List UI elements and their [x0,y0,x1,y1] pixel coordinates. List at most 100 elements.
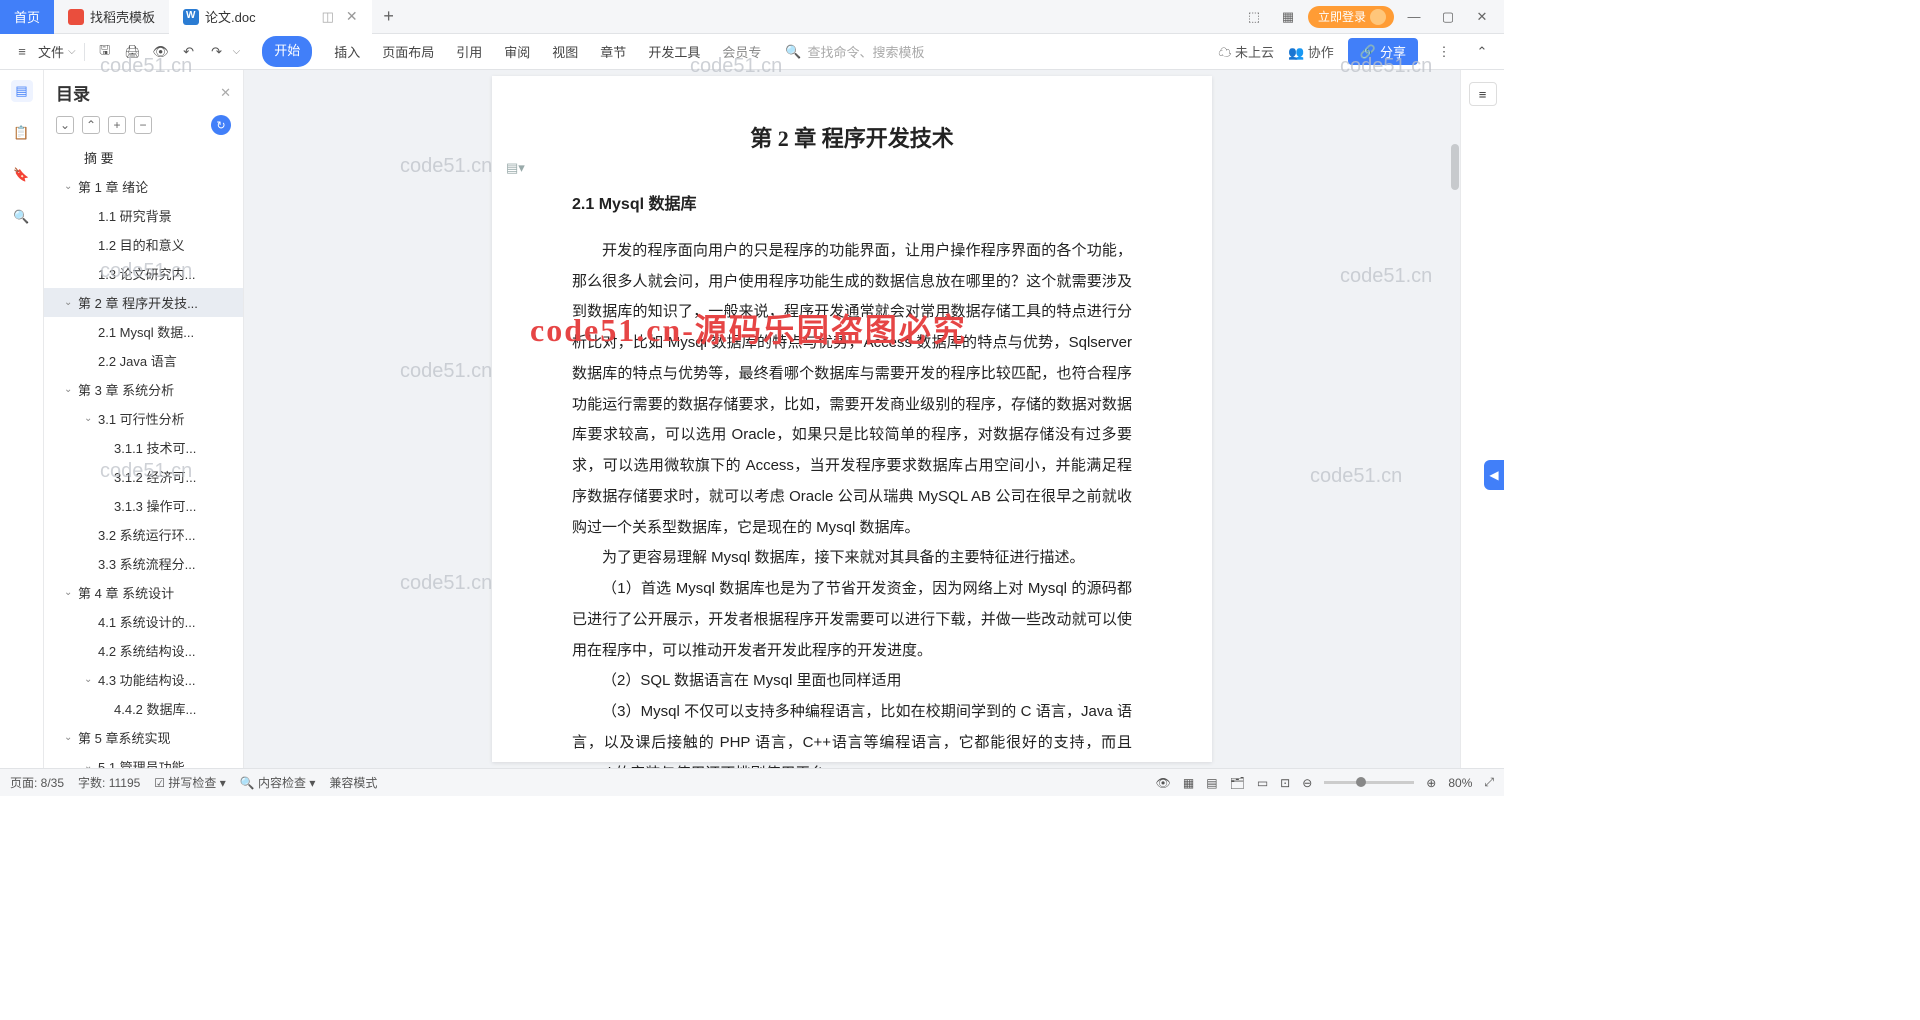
zoom-in-button[interactable]: ⊕ [1426,776,1436,790]
close-window-button[interactable]: ✕ [1468,5,1496,29]
side-tab-icon[interactable]: ◀ [1484,460,1504,490]
close-icon[interactable]: ✕ [346,8,358,25]
view-mode-3-icon[interactable]: 🗂 [1230,776,1245,790]
view-mode-2-icon[interactable]: ▤ [1206,776,1217,790]
main-area: ▤ 📋 🔖 🔍 目录✕ ⌄ ⌃ + − ↻ 摘 要⌄第 1 章 绪论1.1 研究… [0,70,1504,768]
toc-refresh-icon[interactable]: ↻ [211,115,231,135]
file-menu[interactable]: 文件 [38,42,64,61]
print-icon[interactable]: 🖨 [121,40,145,64]
sidebar-icons: ▤ 📋 🔖 🔍 [0,70,44,768]
avatar-icon [1370,9,1386,25]
view-mode-4-icon[interactable]: ▭ [1257,776,1268,790]
word-count[interactable]: 字数: 11195 [78,774,140,791]
redo-icon[interactable]: ↷ [205,40,229,64]
outline-icon[interactable]: ▤ [11,80,33,102]
toc-item[interactable]: 3.1.1 技术可... [44,433,243,462]
toc-item[interactable]: 3.2 系统运行环... [44,520,243,549]
collapse-icon[interactable]: ⌃ [1470,40,1494,64]
ribbon: ≡ 文件 ⌵ 🖫 🖨 👁 ↶ ↷ ⌵ 开始 插入 页面布局 引用 审阅 视图 章… [0,34,1504,70]
toc-collapse-icon[interactable]: ⌄ [56,116,74,134]
clipboard-icon[interactable]: 📋 [11,122,33,144]
paragraph: 开发的程序面向用户的只是程序的功能界面，让用户操作程序界面的各个功能，那么很多人… [572,236,1132,544]
toc-item[interactable]: 3.3 系统流程分... [44,549,243,578]
ribbon-tab-review[interactable]: 审阅 [504,36,530,67]
split-icon[interactable]: ◫ [322,9,334,25]
toc-close-icon[interactable]: ✕ [220,85,231,101]
ribbon-search[interactable]: 🔍查找命令、搜索模板 [785,42,924,61]
toc-add-icon[interactable]: + [108,116,126,134]
toc-item[interactable]: ⌄5.1 管理员功能... [44,752,243,768]
expand-icon[interactable]: ⤢ [1484,775,1494,790]
ribbon-tab-vip[interactable]: 会员专 [722,36,761,67]
toc-item[interactable]: 3.1.3 操作可... [44,491,243,520]
tab-doc[interactable]: 论文.doc ◫ ✕ [169,0,372,34]
zoom-out-button[interactable]: ⊖ [1302,776,1312,790]
ribbon-tab-ref[interactable]: 引用 [456,36,482,67]
toc-item[interactable]: 3.1.2 经济可... [44,462,243,491]
toc-expand-icon[interactable]: ⌃ [82,116,100,134]
tab-doc-label: 论文.doc [205,7,256,26]
zoom-fit-icon[interactable]: ⊡ [1280,776,1290,790]
cloud-status[interactable]: ☁ 未上云 [1218,42,1274,61]
spellcheck-toggle[interactable]: ☑ 拼写检查 ▾ [154,774,225,791]
ribbon-tab-layout[interactable]: 页面布局 [382,36,434,67]
bookmark-icon[interactable]: 🔖 [11,164,33,186]
preview-icon[interactable]: 👁 [149,40,173,64]
share-button[interactable]: 🔗 分享 [1348,38,1418,65]
tab-home[interactable]: 首页 [0,0,54,34]
toc-item[interactable]: 4.2 系统结构设... [44,636,243,665]
toc-item[interactable]: ⌄3.1 可行性分析 [44,404,243,433]
toc-item[interactable]: 1.3 论文研究内... [44,259,243,288]
login-label: 立即登录 [1318,8,1366,25]
toc-item[interactable]: 2.2 Java 语言 [44,346,243,375]
ribbon-tab-insert[interactable]: 插入 [334,36,360,67]
zoom-slider[interactable] [1324,781,1414,784]
view-mode-1-icon[interactable]: ▦ [1183,776,1194,790]
menu-icon[interactable]: ≡ [10,40,34,64]
toc-item[interactable]: 摘 要 [44,143,243,172]
chapter-title: 第 2 章 程序开发技术 [572,116,1132,161]
collab-button[interactable]: 👥 协作 [1288,42,1334,61]
toc-item[interactable]: 4.1 系统设计的... [44,607,243,636]
content-check[interactable]: 🔍 内容检查 ▾ [240,774,316,791]
page-options-icon[interactable]: ▤▾ [506,160,528,182]
toc-item[interactable]: 2.1 Mysql 数据... [44,317,243,346]
more-icon[interactable]: ⋮ [1432,40,1456,64]
toc-remove-icon[interactable]: − [134,116,152,134]
login-button[interactable]: 立即登录 [1308,6,1394,28]
layout-btn-2[interactable]: ▦ [1274,5,1302,29]
rail-menu-icon[interactable]: ≡ [1469,82,1497,106]
titlebar: 首页 找稻壳模板 论文.doc ◫ ✕ + ⬚ ▦ 立即登录 — ▢ ✕ [0,0,1504,34]
minimize-button[interactable]: — [1400,5,1428,29]
tab-template[interactable]: 找稻壳模板 [54,0,169,34]
ribbon-tab-chapter[interactable]: 章节 [600,36,626,67]
toc-item[interactable]: 1.2 目的和意义 [44,230,243,259]
paragraph: （3）Mysql 不仅可以支持多种编程语言，比如在校期间学到的 C 语言，Jav… [572,697,1132,768]
zoom-value[interactable]: 80% [1448,776,1472,790]
tab-template-label: 找稻壳模板 [90,7,155,26]
toc-item[interactable]: 4.4.2 数据库... [44,694,243,723]
search-panel-icon[interactable]: 🔍 [11,206,33,228]
page-indicator[interactable]: 页面: 8/35 [10,774,64,791]
save-icon[interactable]: 🖫 [93,40,117,64]
ribbon-tab-view[interactable]: 视图 [552,36,578,67]
toc-item[interactable]: ⌄第 1 章 绪论 [44,172,243,201]
paragraph: （2）SQL 数据语言在 Mysql 里面也同样适用 [572,666,1132,697]
search-icon: 🔍 [785,44,801,60]
toc-item[interactable]: ⌄第 5 章系统实现 [44,723,243,752]
maximize-button[interactable]: ▢ [1434,5,1462,29]
document-viewport[interactable]: ▤▾ 第 2 章 程序开发技术 2.1 Mysql 数据库 开发的程序面向用户的… [244,70,1460,768]
new-tab-button[interactable]: + [372,6,406,27]
toc-item[interactable]: ⌄第 4 章 系统设计 [44,578,243,607]
toc-item[interactable]: 1.1 研究背景 [44,201,243,230]
template-icon [68,9,84,25]
ribbon-tab-dev[interactable]: 开发工具 [648,36,700,67]
undo-icon[interactable]: ↶ [177,40,201,64]
ribbon-tab-start[interactable]: 开始 [262,36,312,67]
layout-btn-1[interactable]: ⬚ [1240,5,1268,29]
toc-item[interactable]: ⌄第 2 章 程序开发技... [44,288,243,317]
toc-item[interactable]: ⌄4.3 功能结构设... [44,665,243,694]
eye-icon[interactable]: 👁 [1156,776,1171,790]
scrollbar-thumb[interactable] [1451,144,1459,190]
toc-item[interactable]: ⌄第 3 章 系统分析 [44,375,243,404]
